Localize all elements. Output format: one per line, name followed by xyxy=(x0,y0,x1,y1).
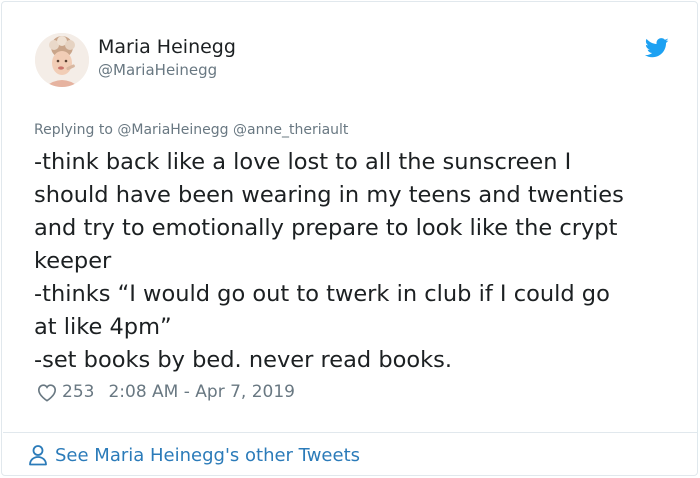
tweet-line: -thinks “I would go out to twerk in club… xyxy=(34,281,610,307)
reply-mention-1[interactable]: @MariaHeinegg xyxy=(117,122,228,138)
tweet-card: Maria Heinegg @MariaHeinegg Replying to … xyxy=(1,1,698,476)
tweet-line: keeper xyxy=(34,248,112,274)
profile-photo-icon xyxy=(35,33,89,87)
tweet-line: should have been wearing in my teens and… xyxy=(34,182,624,208)
tweet-line: -think back like a love lost to all the … xyxy=(34,149,572,175)
twitter-bird-icon[interactable] xyxy=(644,38,669,58)
display-name[interactable]: Maria Heinegg xyxy=(98,36,236,58)
divider xyxy=(3,432,698,433)
user-handle[interactable]: @MariaHeinegg xyxy=(98,61,217,79)
reply-context: Replying to @MariaHeinegg @anne_theriaul… xyxy=(34,122,348,138)
tweet-line: -set books by bed. never read books. xyxy=(34,347,453,373)
tweet-line: and try to emotionally prepare to look l… xyxy=(34,215,618,241)
tweet-meta: 253 2:08 AM - Apr 7, 2019 xyxy=(36,380,295,404)
like-count[interactable]: 253 xyxy=(62,382,94,402)
tweet-text: -think back like a love lost to all the … xyxy=(34,146,684,377)
see-other-tweets-label: See Maria Heinegg's other Tweets xyxy=(55,444,360,466)
avatar[interactable] xyxy=(35,33,89,87)
tweet-line: at like 4pm” xyxy=(34,314,172,340)
timestamp[interactable]: 2:08 AM - Apr 7, 2019 xyxy=(108,382,295,402)
reply-mention-2[interactable]: @anne_theriault xyxy=(233,122,348,138)
heart-icon[interactable] xyxy=(36,382,58,402)
see-other-tweets-link[interactable]: See Maria Heinegg's other Tweets xyxy=(28,443,360,467)
reply-prefix: Replying to xyxy=(34,122,113,138)
person-icon xyxy=(28,444,48,466)
